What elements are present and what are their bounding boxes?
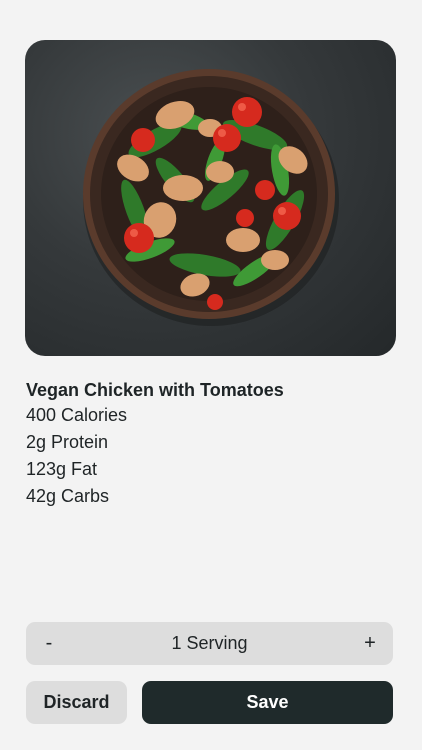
meal-info: Vegan Chicken with Tomatoes 400 Calories… bbox=[26, 378, 396, 510]
meal-name: Vegan Chicken with Tomatoes bbox=[26, 380, 284, 400]
meal-fat: 123g Fat bbox=[26, 459, 98, 479]
serving-label: 1 Serving bbox=[171, 633, 248, 653]
decrement-serving-button[interactable]: - bbox=[26, 622, 72, 665]
save-button[interactable]: Save bbox=[142, 681, 393, 724]
discard-button[interactable]: Discard bbox=[26, 681, 127, 724]
meal-calories: 400 Calories bbox=[26, 405, 128, 425]
serving-stepper: - 1 Serving + bbox=[26, 622, 393, 665]
increment-serving-button[interactable]: + bbox=[347, 622, 393, 665]
meal-photo bbox=[25, 40, 396, 356]
meal-carbs: 42g Carbs bbox=[26, 486, 110, 506]
meal-protein: 2g Protein bbox=[26, 432, 109, 452]
salad-bowl-image bbox=[83, 69, 339, 326]
